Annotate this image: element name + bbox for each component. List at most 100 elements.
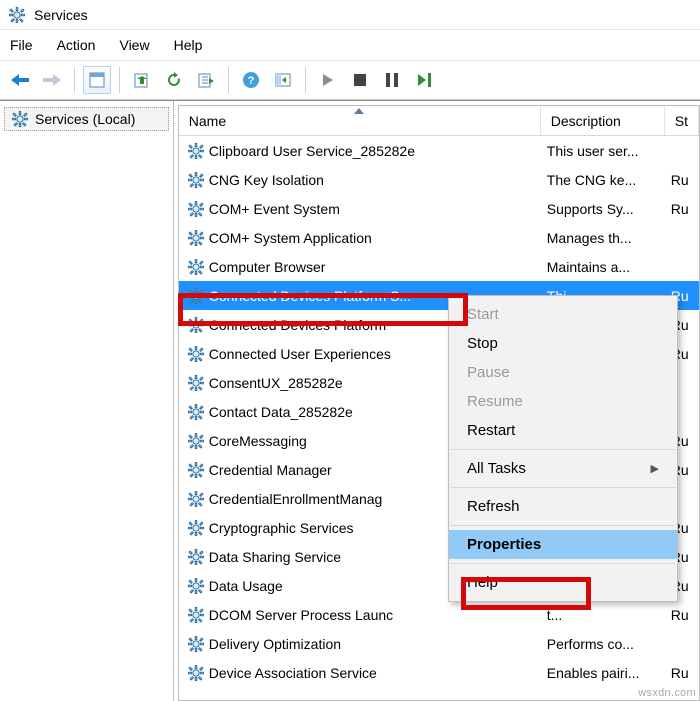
ctx-sep-1	[451, 449, 675, 450]
play-icon	[321, 73, 335, 87]
ctx-sep-2	[451, 487, 675, 488]
service-row[interactable]: DCOM Server Process Launct...Ru	[179, 600, 699, 629]
list-export-icon	[197, 71, 215, 89]
gear-icon	[187, 287, 205, 305]
service-name: Connected Devices Platform	[209, 317, 386, 333]
tree-root-label: Services (Local)	[35, 111, 135, 127]
ctx-properties[interactable]: Properties	[449, 530, 677, 559]
ctx-help[interactable]: Help	[449, 568, 677, 597]
help-button[interactable]: ?	[237, 66, 265, 94]
service-desc: t...	[541, 607, 665, 623]
gear-icon	[187, 635, 205, 653]
gear-icon	[187, 316, 205, 334]
stop-icon	[354, 74, 366, 86]
gear-icon	[187, 142, 205, 160]
panel-icon	[274, 71, 292, 89]
svg-text:?: ?	[248, 75, 255, 87]
service-name: CNG Key Isolation	[209, 172, 324, 188]
service-row[interactable]: COM+ Event SystemSupports Sy...Ru	[179, 194, 699, 223]
column-name[interactable]: Name	[179, 106, 541, 135]
service-status: Ru	[665, 172, 699, 188]
gear-icon	[187, 432, 205, 450]
menu-file[interactable]: File	[10, 37, 33, 53]
gear-icon	[187, 403, 205, 421]
restart-icon	[416, 73, 432, 87]
service-name: Clipboard User Service_285282e	[209, 143, 415, 159]
service-name: CredentialEnrollmentManag	[209, 491, 383, 507]
service-row[interactable]: Clipboard User Service_285282eThis user …	[179, 136, 699, 165]
refresh-icon	[165, 71, 183, 89]
gear-icon	[11, 110, 29, 128]
column-status[interactable]: St	[665, 106, 699, 135]
service-name: Connected Devices Platform S...	[209, 288, 411, 304]
ctx-resume[interactable]: Resume	[449, 387, 677, 416]
service-name: CoreMessaging	[209, 433, 307, 449]
restart-service-button[interactable]	[410, 66, 438, 94]
service-row[interactable]: Computer Browser Maintains a...	[179, 252, 699, 281]
service-row[interactable]: COM+ System Application Manages th...	[179, 223, 699, 252]
ctx-restart[interactable]: Restart	[449, 416, 677, 445]
gear-icon	[187, 345, 205, 363]
back-button[interactable]	[6, 66, 34, 94]
pause-service-button[interactable]	[378, 66, 406, 94]
service-desc: Supports Sy...	[541, 201, 665, 217]
service-status: Ru	[665, 665, 699, 681]
titlebar: Services	[0, 0, 700, 30]
service-row[interactable]: Delivery Optimization Performs co...	[179, 629, 699, 658]
gear-icon	[187, 374, 205, 392]
properties-button[interactable]	[83, 66, 111, 94]
gear-icon	[187, 490, 205, 508]
chevron-right-icon: ▶	[651, 462, 659, 475]
window-title: Services	[34, 7, 88, 23]
service-desc: Manages th...	[541, 230, 665, 246]
ctx-all-tasks[interactable]: All Tasks▶	[449, 454, 677, 483]
service-desc: Maintains a...	[541, 259, 665, 275]
gear-icon	[8, 6, 26, 24]
stop-service-button[interactable]	[346, 66, 374, 94]
ctx-pause[interactable]: Pause	[449, 358, 677, 387]
service-name: Data Sharing Service	[209, 549, 341, 565]
service-name: COM+ System Application	[209, 230, 372, 246]
service-row[interactable]: CNG Key Isolation The CNG ke...Ru	[179, 165, 699, 194]
service-desc: Performs co...	[541, 636, 665, 652]
gear-icon	[187, 229, 205, 247]
export-list-button[interactable]	[192, 66, 220, 94]
gear-icon	[187, 258, 205, 276]
service-desc: Enables pairi...	[541, 665, 665, 681]
refresh-button[interactable]	[160, 66, 188, 94]
export-button[interactable]	[128, 66, 156, 94]
service-desc: The CNG ke...	[541, 172, 665, 188]
menu-help[interactable]: Help	[174, 37, 203, 53]
context-menu: Start Stop Pause Resume Restart All Task…	[448, 295, 678, 602]
service-status: Ru	[665, 201, 699, 217]
ctx-stop[interactable]: Stop	[449, 329, 677, 358]
service-name: Delivery Optimization	[209, 636, 341, 652]
forward-arrow-icon	[41, 72, 63, 88]
column-description[interactable]: Description	[541, 106, 665, 135]
properties-icon	[88, 71, 106, 89]
service-name: Cryptographic Services	[209, 520, 354, 536]
menu-action[interactable]: Action	[57, 37, 96, 53]
pause-icon	[386, 73, 398, 87]
service-name: Computer Browser	[209, 259, 326, 275]
ctx-start[interactable]: Start	[449, 300, 677, 329]
tree-pane: Services (Local)	[0, 101, 174, 701]
ctx-sep-3	[451, 525, 675, 526]
show-hide-button[interactable]	[269, 66, 297, 94]
service-row[interactable]: Device Association ServiceEnables pairi.…	[179, 658, 699, 687]
service-name: Credential Manager	[209, 462, 332, 478]
service-name: ConsentUX_285282e	[209, 375, 343, 391]
menu-view[interactable]: View	[119, 37, 149, 53]
watermark: wsxdn.com	[638, 687, 696, 699]
gear-icon	[187, 577, 205, 595]
ctx-refresh[interactable]: Refresh	[449, 492, 677, 521]
service-status: Ru	[665, 607, 699, 623]
back-arrow-icon	[9, 72, 31, 88]
ctx-sep-4	[451, 563, 675, 564]
gear-icon	[187, 664, 205, 682]
forward-button[interactable]	[38, 66, 66, 94]
gear-icon	[187, 606, 205, 624]
tree-root-item[interactable]: Services (Local)	[4, 107, 169, 131]
start-service-button[interactable]	[314, 66, 342, 94]
service-name: Data Usage	[209, 578, 283, 594]
